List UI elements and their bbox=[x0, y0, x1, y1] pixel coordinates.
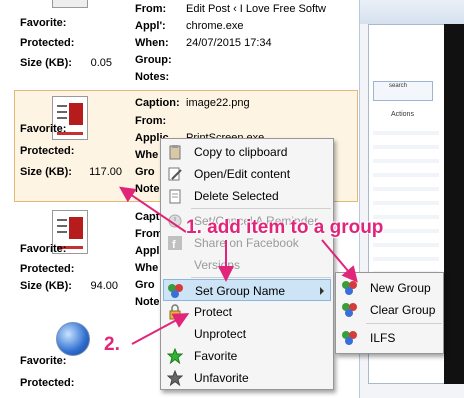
arrow-to-new-group bbox=[321, 239, 358, 283]
arrow-to-protect bbox=[131, 313, 190, 345]
arrow-to-item bbox=[119, 186, 187, 233]
annotation-step-2: 2. bbox=[104, 334, 120, 355]
annotation-arrows bbox=[119, 186, 358, 345]
annotation-step-1: 1. add item to a group bbox=[186, 217, 384, 238]
